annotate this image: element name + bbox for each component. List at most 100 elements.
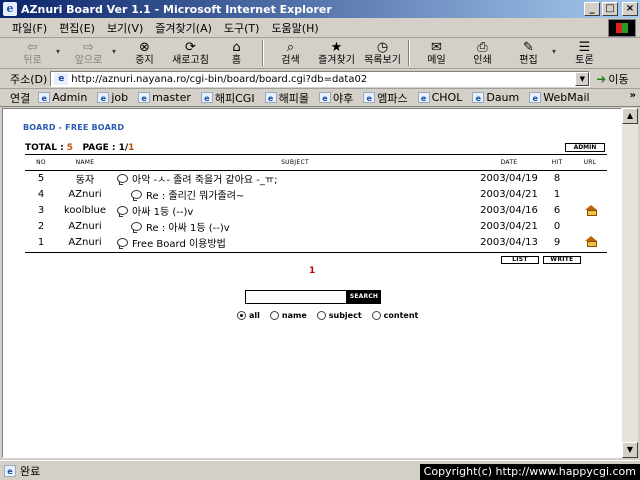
favorites-icon: ★ <box>330 39 343 55</box>
link-job[interactable]: e job <box>97 91 128 104</box>
link-yahoo[interactable]: e 야후 <box>318 90 353 106</box>
address-bar: 주소(D) e http://aznuri.nayana.ro/cgi-bin/… <box>0 70 640 89</box>
forward-arrow-icon: ⇨ <box>83 39 94 55</box>
author-link[interactable]: koolblue <box>57 203 113 219</box>
radio-name[interactable]: name <box>269 311 307 320</box>
close-button[interactable]: × <box>622 2 638 16</box>
author-link[interactable]: AZnuri <box>57 234 113 253</box>
standard-toolbar: ⇦ 뒤로 ▾ ⇨ 앞으로 ▾ ⊗ 중지 ⟳ 새로고침 ⌂ 홈 ⌕ 검색 ★ 즐겨… <box>0 39 640 69</box>
menu-file[interactable]: 파일(F) <box>6 20 53 36</box>
address-url[interactable]: http://aznuri.nayana.ro/cgi-bin/board/bo… <box>71 74 367 85</box>
link-page-icon: e <box>138 92 151 103</box>
board-table: NO NAME SUBJECT DATE HIT URL 5 동자 아악 -ㅅ-… <box>25 154 607 253</box>
back-button[interactable]: ⇦ 뒤로 <box>10 39 55 68</box>
link-happycgi[interactable]: e 해피CGI <box>200 90 255 106</box>
link-page-icon: e <box>417 92 430 103</box>
link-admin[interactable]: e Admin <box>38 91 87 104</box>
copyright-overlay: Copyright(c) http://www.happycgi.com <box>419 464 640 480</box>
forward-dropdown-icon[interactable]: ▾ <box>112 39 122 56</box>
board-actions: LIST WRITE <box>501 256 581 264</box>
page-icon: e <box>54 73 69 85</box>
menu-help[interactable]: 도움말(H) <box>265 20 324 36</box>
menu-tools[interactable]: 도구(T) <box>218 20 266 36</box>
link-page-icon: e <box>318 92 331 103</box>
link-page-icon: e <box>200 92 213 103</box>
home-button[interactable]: ⌂ 홈 <box>214 39 259 68</box>
subject-link[interactable]: Free Board 이용방법 <box>132 235 226 250</box>
edit-dropdown-icon[interactable]: ▾ <box>552 39 562 56</box>
menu-view[interactable]: 보기(V) <box>101 20 149 36</box>
table-row: 1 AZnuri Free Board 이용방법 2003/04/13 9 <box>25 234 607 253</box>
link-webmail[interactable]: e WebMail <box>529 91 590 104</box>
radio-subject[interactable]: subject <box>316 311 362 320</box>
back-dropdown-icon[interactable]: ▾ <box>56 39 66 56</box>
link-master[interactable]: e master <box>138 91 191 104</box>
print-button[interactable]: ⎙ 인쇄 <box>460 39 505 68</box>
scroll-down-icon[interactable]: ▼ <box>622 442 638 458</box>
subject-link[interactable]: 아싸 1등 (--)v <box>132 203 193 218</box>
total-count: 5 <box>66 143 74 153</box>
links-more-icon[interactable]: » <box>630 90 636 101</box>
search-icon: ⌕ <box>286 39 295 55</box>
header-date: DATE <box>477 154 541 171</box>
author-link[interactable]: 동자 <box>57 171 113 187</box>
link-daum[interactable]: e Daum <box>472 91 519 104</box>
header-hit: HIT <box>541 154 573 171</box>
link-happymall[interactable]: e 해피몰 <box>264 90 309 106</box>
homepage-icon[interactable] <box>584 204 597 216</box>
write-button[interactable]: WRITE <box>543 256 581 264</box>
windows-logo-icon <box>608 19 636 37</box>
radio-all[interactable]: all <box>237 311 260 320</box>
menu-favorites[interactable]: 즐겨찾기(A) <box>149 20 218 36</box>
list-button[interactable]: LIST <box>501 256 539 264</box>
discuss-button[interactable]: ☰ 토론 <box>562 39 607 68</box>
subject-link[interactable]: 아악 -ㅅ- 졸려 죽을거 같아요 -_ㅠ; <box>132 171 278 186</box>
author-link[interactable]: AZnuri <box>57 187 113 203</box>
edit-button[interactable]: ✎ 편집 <box>506 39 551 68</box>
board-title: BOARD - FREE BOARD <box>23 123 125 132</box>
menu-edit[interactable]: 편집(E) <box>53 20 101 36</box>
radio-content[interactable]: content <box>371 311 418 320</box>
radio-button[interactable] <box>316 311 326 320</box>
search-button[interactable]: ⌕ 검색 <box>268 39 313 68</box>
page-done-icon: e <box>4 464 16 477</box>
minimize-button[interactable]: _ <box>584 2 600 16</box>
history-button[interactable]: ◷ 목록보기 <box>360 39 405 68</box>
favorites-button[interactable]: ★ 즐겨찾기 <box>314 39 359 68</box>
refresh-button[interactable]: ⟳ 새로고침 <box>168 39 213 68</box>
window-title: AZnuri Board Ver 1.1 - Microsoft Interne… <box>21 2 332 16</box>
radio-button[interactable] <box>269 311 279 320</box>
address-input[interactable]: e http://aznuri.nayana.ro/cgi-bin/board/… <box>50 71 591 87</box>
link-empas[interactable]: e 엠파스 <box>363 90 408 106</box>
address-dropdown-icon[interactable]: ▼ <box>575 72 590 86</box>
admin-button[interactable]: ADMIN <box>565 143 605 152</box>
page-total: 1 <box>128 143 135 153</box>
radio-button[interactable] <box>371 311 381 320</box>
mail-button[interactable]: ✉ 메일 <box>414 39 459 68</box>
author-link[interactable]: AZnuri <box>57 219 113 235</box>
links-bar: 연결 e Admin e job e master e 해피CGI e 해피몰 e 야후 e… <box>0 89 640 107</box>
homepage-icon[interactable] <box>584 236 597 247</box>
scroll-up-icon[interactable]: ▲ <box>622 108 638 124</box>
forward-button[interactable]: ⇨ 앞으로 <box>66 39 111 68</box>
maximize-button[interactable]: □ <box>602 2 618 16</box>
go-button[interactable]: ➜ 이동 <box>596 71 628 87</box>
radio-button[interactable] <box>237 311 246 320</box>
subject-link[interactable]: Re : 졸리긴 뭐가졸려~ <box>146 187 244 202</box>
home-icon: ⌂ <box>232 39 241 55</box>
stop-button[interactable]: ⊗ 중지 <box>122 39 167 68</box>
vertical-scrollbar[interactable]: ▲ ▼ <box>622 108 638 458</box>
header-name: NAME <box>57 154 113 171</box>
reply-bubble-icon <box>131 190 142 201</box>
subject-link[interactable]: Re : 아싸 1등 (--)v <box>146 219 230 234</box>
page-viewport: BOARD - FREE BOARD TOTAL : 5 PAGE : 1/1 … <box>2 108 622 458</box>
table-row: 2 AZnuri Re : 아싸 1등 (--)v 2003/04/21 0 <box>25 219 607 235</box>
menu-bar: 파일(F) 편집(E) 보기(V) 즐겨찾기(A) 도구(T) 도움말(H) <box>0 18 640 38</box>
stop-icon: ⊗ <box>139 39 150 55</box>
page-number-link[interactable]: 1 <box>309 266 315 276</box>
search-submit-button[interactable]: SEARCH <box>347 290 381 304</box>
address-label: 주소(D) <box>10 73 48 86</box>
link-chol[interactable]: e CHOL <box>417 91 462 104</box>
table-row: 3 koolblue 아싸 1등 (--)v 2003/04/16 6 <box>25 203 607 219</box>
search-input[interactable] <box>245 290 347 304</box>
